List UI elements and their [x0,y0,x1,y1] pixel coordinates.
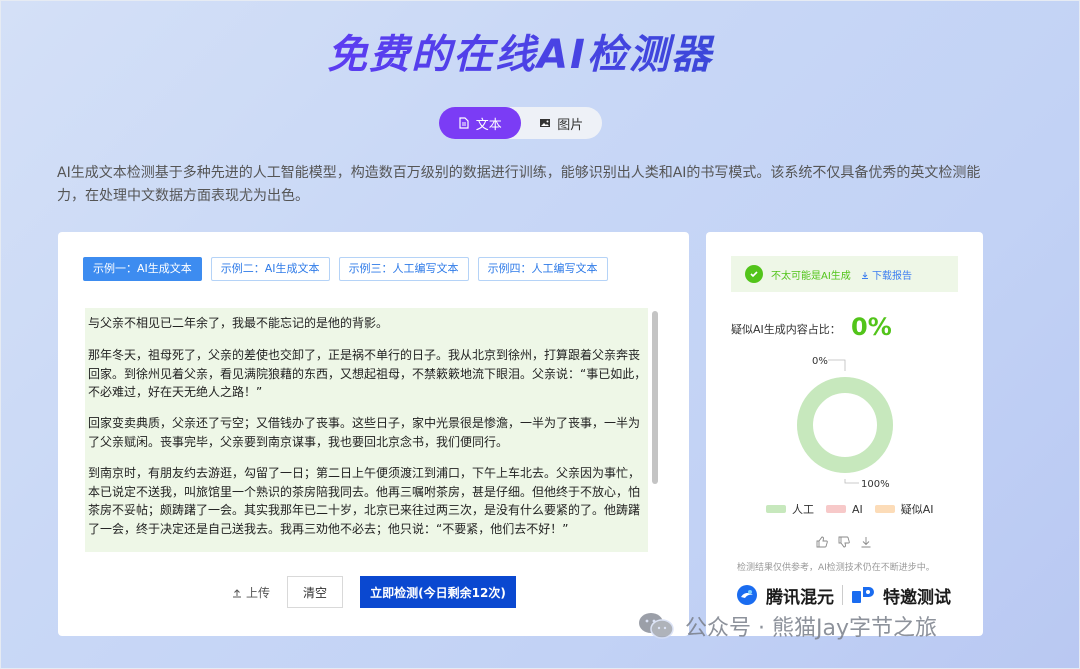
tab-text[interactable]: 文本 [439,107,521,139]
scrollbar-thumb[interactable] [652,311,658,484]
result-card: 不太可能是AI生成 下载报告 疑似AI生成内容占比： 0% 0% 100% 人工… [706,232,983,636]
document-icon [459,117,469,129]
disclaimer-text: 检测结果仅供参考，AI检测技术仍在不断进步中。 [737,563,935,573]
legend-swatch-suspected-ai [874,505,895,513]
tab-text-label: 文本 [475,117,502,133]
result-status: 不太可能是AI生成 [771,270,851,282]
intro-text: AI生成文本检测基于多种先进的人工智能模型，构造数百万级别的数据进行训练，能够识… [57,165,981,204]
chart-legend: 人工 AI 疑似AI [766,501,934,517]
thumbs-down-icon[interactable] [838,536,850,548]
example-button-3[interactable]: 示例三：人工编写文本 [338,257,469,281]
legend-item-ai[interactable]: AI [826,503,863,516]
ai-ratio-label: 疑似AI生成内容占比： [731,323,841,336]
example-button-2[interactable]: 示例二：AI生成文本 [210,257,330,281]
legend-item-human[interactable]: 人工 [766,501,814,517]
textbox-scrollbar[interactable] [648,308,662,552]
brand-logos: 腾讯混元 特邀测试 [736,582,951,608]
ai-ratio-value: 0% [851,313,892,341]
leader-line-bottom [844,479,859,484]
check-circle-icon [745,265,763,283]
result-banner: 不太可能是AI生成 下载报告 [731,256,958,292]
mode-tabs: 文本 图片 [439,107,602,139]
detect-button[interactable]: 立即检测(今日剩余12次) [360,576,516,608]
text-paragraph: 那年冬天，祖母死了，父亲的差使也交卸了，正是祸不单行的日子。我从北京到徐州，打算… [88,348,647,399]
leader-line-top [828,359,846,371]
wechat-watermark: 公众号 · 熊猫Jay字节之旅 [637,610,937,642]
legend-label-human: 人工 [792,503,814,516]
legend-swatch-ai [826,505,846,513]
thumbs-up-icon[interactable] [816,536,828,548]
upload-icon [233,588,241,597]
legend-label-suspected-ai: 疑似AI [900,503,934,516]
download-icon [861,271,868,279]
legend-swatch-human [766,505,786,513]
download-report-link[interactable]: 下载报告 [861,267,912,282]
wechat-icon [639,613,674,639]
donut-label-100: 100% [861,479,890,490]
upload-button[interactable]: 上传 [232,584,270,601]
legend-label-ai: AI [852,502,863,516]
brand-tejiao: 特邀测试 [883,587,951,608]
example-button-1[interactable]: 示例一：AI生成文本 [83,257,202,281]
donut-label-0: 0% [812,356,828,367]
clear-button[interactable]: 清空 [287,576,343,608]
download-icon[interactable] [860,536,872,548]
action-bar: 上传 清空 立即检测(今日剩余12次) [58,576,689,609]
tab-image-label: 图片 [557,117,584,133]
tab-image[interactable]: 图片 [521,107,603,139]
text-paragraph: 与父亲不相见已二年余了，我最不能忘记的是他的背影。 [88,316,389,330]
text-paragraph: 回家变卖典质，父亲还了亏空；又借钱办了丧事。这些日子，家中光景很是惨澹，一半为了… [88,416,641,449]
text-paragraph: 到南京时，有朋友约去游逛，勾留了一日；第二日上午便须渡江到浦口，下午上车北去。父… [88,466,641,536]
text-input-area[interactable]: 与父亲不相见已二年余了，我最不能忘记的是他的背影。 那年冬天，祖母死了，父亲的差… [85,308,662,552]
legend-item-suspected-ai[interactable]: 疑似AI [874,501,934,517]
brand-tencent: 腾讯混元 [766,587,834,608]
ratio-donut-chart: 0% 100% [797,356,893,490]
tejiao-logo-icon [852,587,874,603]
watermark-text: 公众号 · 熊猫Jay字节之旅 [685,616,937,641]
example-buttons: 示例一：AI生成文本 示例二：AI生成文本 示例三：人工编写文本 示例四：人工编… [83,257,608,281]
download-report-label: 下载报告 [871,270,912,282]
brand-divider [842,585,843,605]
example-button-4[interactable]: 示例四：人工编写文本 [477,257,608,281]
feedback-buttons [816,536,872,548]
page-title: 免费的在线AI检测器 [0,22,1040,80]
donut-slice-human [797,377,893,473]
tencent-hunyuan-logo-icon [737,585,757,605]
upload-label: 上传 [246,586,271,600]
input-card: 示例一：AI生成文本 示例二：AI生成文本 示例三：人工编写文本 示例四：人工编… [58,232,689,636]
image-icon [540,119,551,127]
